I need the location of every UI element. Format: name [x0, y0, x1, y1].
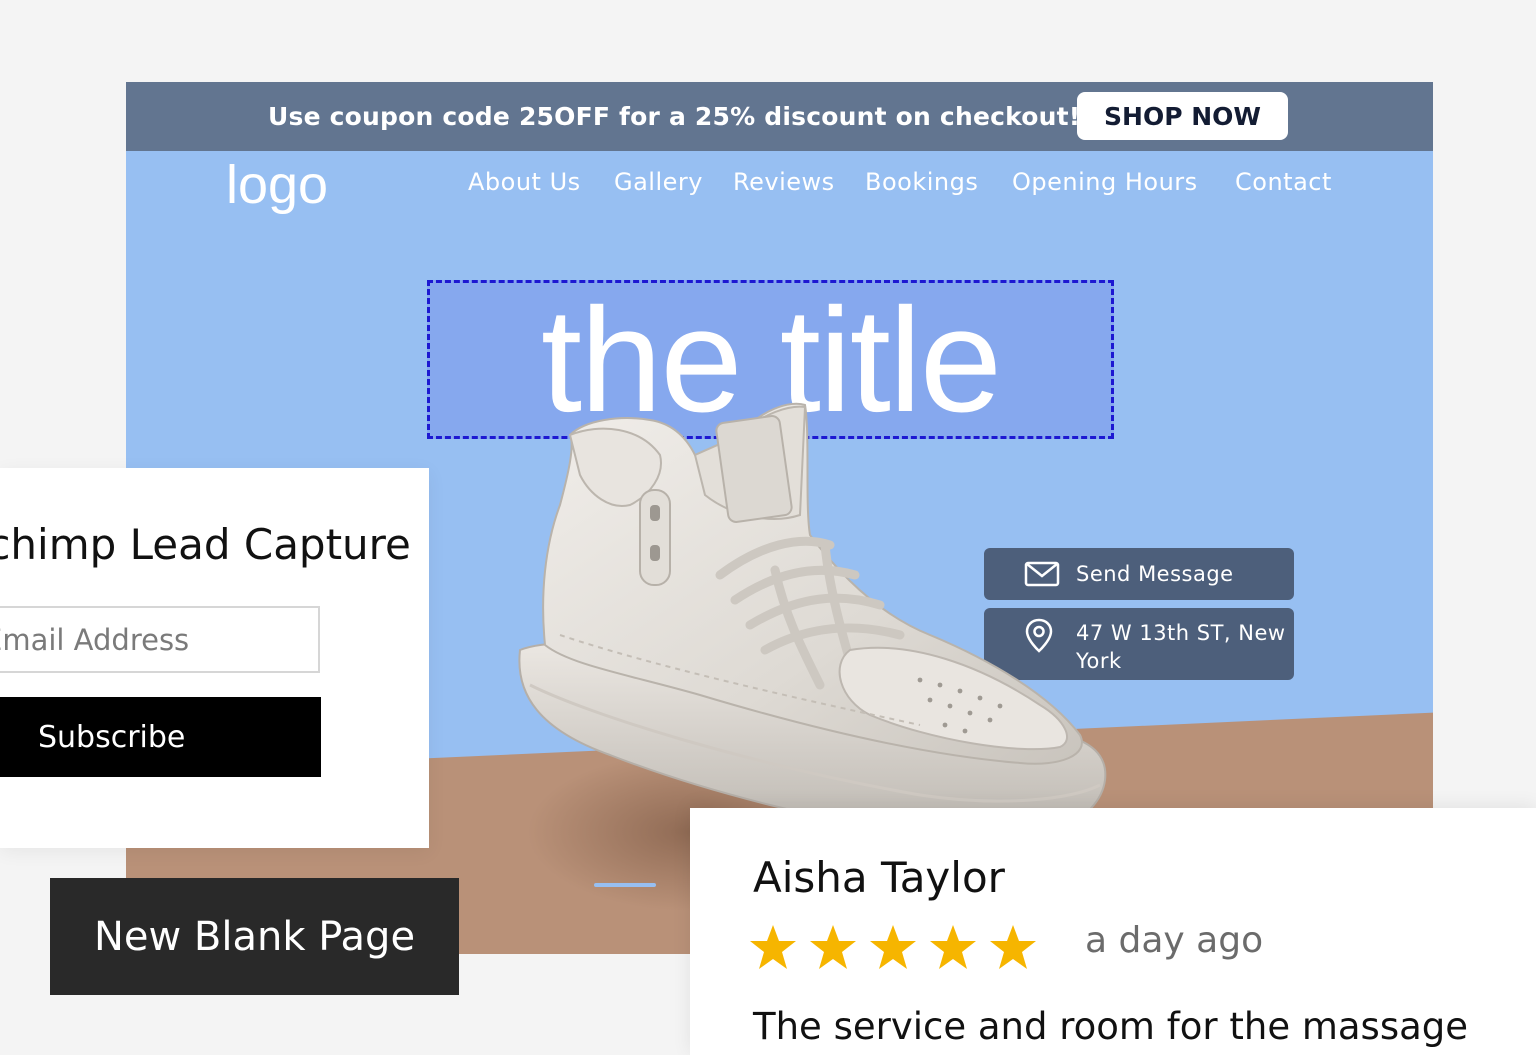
nav-opening-hours[interactable]: Opening Hours	[1012, 168, 1198, 196]
shop-now-button[interactable]: SHOP NOW	[1077, 92, 1288, 140]
main-nav: About Us Gallery Reviews Bookings Openin…	[126, 168, 1433, 208]
subscribe-button[interactable]: Subscribe	[0, 697, 321, 777]
email-field[interactable]	[0, 606, 320, 673]
star-icon	[990, 925, 1036, 969]
review-timestamp: a day ago	[1085, 920, 1264, 961]
slider-indicator[interactable]	[594, 883, 656, 887]
review-card: Aisha Taylor a day ago The service and r…	[690, 808, 1536, 1055]
star-icon	[750, 925, 796, 969]
promo-text: Use coupon code 25OFF for a 25% discount…	[268, 102, 1081, 131]
reviewer-name: Aisha Taylor	[753, 853, 1005, 902]
star-icon	[870, 925, 916, 969]
review-text: The service and room for the massage	[753, 1005, 1469, 1048]
star-icon	[930, 925, 976, 969]
lead-capture-title: Mailchimp Lead Capture	[0, 520, 411, 569]
star-rating	[748, 923, 1038, 971]
nav-contact[interactable]: Contact	[1235, 168, 1332, 196]
sneaker-image	[518, 402, 1107, 843]
lead-capture-card: Mailchimp Lead Capture Subscribe	[0, 468, 429, 848]
nav-gallery[interactable]: Gallery	[614, 168, 703, 196]
nav-about-us[interactable]: About Us	[468, 168, 581, 196]
nav-bookings[interactable]: Bookings	[865, 168, 978, 196]
star-icon	[810, 925, 856, 969]
promo-bar: Use coupon code 25OFF for a 25% discount…	[126, 82, 1433, 151]
nav-reviews[interactable]: Reviews	[733, 168, 835, 196]
new-blank-page-button[interactable]: New Blank Page	[50, 878, 459, 995]
